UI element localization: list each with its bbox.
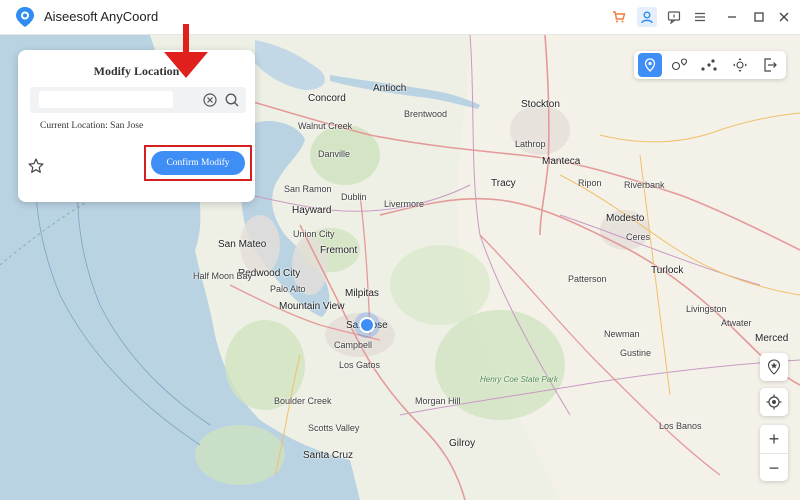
map-label-morgan-hill: Morgan Hill xyxy=(415,396,461,406)
map-label-stockton: Stockton xyxy=(521,99,560,110)
map-label-lathrop: Lathrop xyxy=(515,139,546,149)
annotation-arrow-icon xyxy=(164,24,208,78)
map-label-ripon: Ripon xyxy=(578,178,602,188)
map-label-union-city: Union City xyxy=(293,229,335,239)
app-title: Aiseesoft AnyCoord xyxy=(44,9,159,24)
map-label-dublin: Dublin xyxy=(341,192,367,202)
maximize-icon[interactable] xyxy=(749,7,769,27)
map-label-tracy: Tracy xyxy=(491,178,516,189)
location-search-input[interactable] xyxy=(39,91,173,108)
map-label-livermore: Livermore xyxy=(384,199,425,209)
map-label-san-mateo: San Mateo xyxy=(218,239,267,250)
clear-icon[interactable] xyxy=(202,92,218,108)
feedback-icon[interactable] xyxy=(664,7,684,27)
map-label-santa-cruz: Santa Cruz xyxy=(303,450,354,461)
map-label-los-gatos: Los Gatos xyxy=(339,360,381,370)
map-label-scotts-valley: Scotts Valley xyxy=(308,423,360,433)
current-location-marker[interactable] xyxy=(359,317,375,333)
minimize-icon[interactable] xyxy=(722,7,742,27)
map-label-gustine: Gustine xyxy=(620,348,652,358)
user-icon[interactable] xyxy=(637,7,657,27)
map-label-concord: Concord xyxy=(308,93,346,104)
multi-stop-mode-icon[interactable] xyxy=(697,53,721,77)
map-label-merced: Merced xyxy=(755,333,789,344)
joystick-mode-icon[interactable] xyxy=(728,53,752,77)
map-label-livingston: Livingston xyxy=(686,304,727,314)
map-label-turlock: Turlock xyxy=(651,265,684,276)
map-label-manteca: Manteca xyxy=(542,156,581,167)
search-box xyxy=(30,87,246,113)
app-logo-icon xyxy=(16,7,34,27)
current-location-text: Current Location: San Jose xyxy=(40,121,144,131)
one-stop-mode-icon[interactable] xyxy=(668,53,692,77)
title-bar: Aiseesoft AnyCoord xyxy=(0,0,800,35)
map-label-riverbank: Riverbank xyxy=(624,180,665,190)
zoom-in-button[interactable]: + xyxy=(760,425,788,453)
close-icon[interactable] xyxy=(774,7,794,27)
cart-icon[interactable] xyxy=(609,7,629,27)
panel-title: Modify Location xyxy=(93,64,180,78)
map-label-hayward: Hayward xyxy=(292,205,332,216)
menu-icon[interactable] xyxy=(690,7,710,27)
modify-location-icon[interactable] xyxy=(638,53,662,77)
map-label-brentwood: Brentwood xyxy=(404,109,448,119)
modify-location-panel: Modify Location Current Location: San Jo… xyxy=(18,50,255,202)
map-label-fremont: Fremont xyxy=(320,245,358,256)
map-label-los-banos: Los Banos xyxy=(659,421,702,431)
map-label-walnut-creek: Walnut Creek xyxy=(298,121,353,131)
map-label-danville: Danville xyxy=(318,149,351,159)
map-label-half-moon-bay: Half Moon Bay xyxy=(193,271,253,281)
map-label-mountain-view: Mountain View xyxy=(279,301,345,312)
star-icon[interactable] xyxy=(27,157,45,175)
map-label-ceres: Ceres xyxy=(626,232,651,242)
map-label-henry-coe: Henry Coe State Park xyxy=(480,375,558,384)
map-label-boulder-creek: Boulder Creek xyxy=(274,396,332,406)
confirm-highlight-box: Confirm Modify xyxy=(144,145,252,181)
map-label-newman: Newman xyxy=(604,329,640,339)
map-label-san-ramon: San Ramon xyxy=(284,184,332,194)
zoom-out-button[interactable]: − xyxy=(760,453,788,482)
map-label-milpitas: Milpitas xyxy=(345,288,379,299)
map-label-palo-alto: Palo Alto xyxy=(270,284,306,294)
favorite-location-icon[interactable] xyxy=(760,353,788,381)
map-label-atwater: Atwater xyxy=(721,318,752,328)
map-label-patterson: Patterson xyxy=(568,274,607,284)
map-label-gilroy: Gilroy xyxy=(449,438,476,449)
exit-icon[interactable] xyxy=(758,53,782,77)
map-label-antioch: Antioch xyxy=(373,83,407,94)
map-label-modesto: Modesto xyxy=(606,213,645,224)
search-icon[interactable] xyxy=(224,92,240,108)
map-label-campbell: Campbell xyxy=(334,340,373,350)
zoom-control: + − xyxy=(760,425,788,481)
locate-me-icon[interactable] xyxy=(760,388,788,416)
mode-toolbar xyxy=(634,51,786,79)
confirm-modify-button[interactable]: Confirm Modify xyxy=(151,151,245,175)
